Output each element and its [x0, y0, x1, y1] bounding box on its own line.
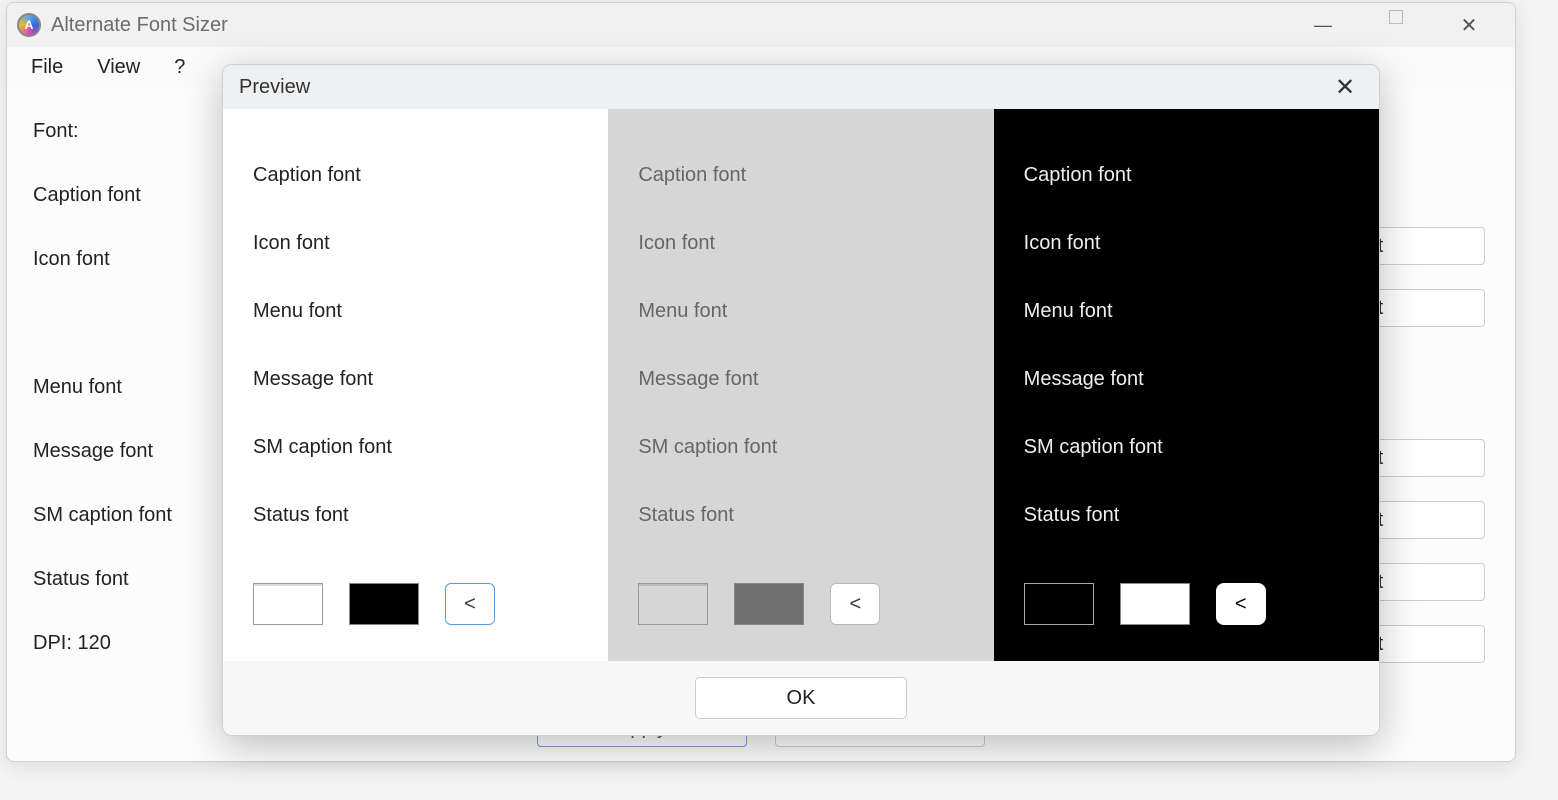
dark-bg-swatch[interactable]: [1024, 583, 1094, 625]
close-button[interactable]: [1449, 10, 1489, 40]
light-smcaption-font: SM caption font: [253, 413, 578, 481]
light-status-font: Status font: [253, 481, 578, 549]
window-controls: [1303, 10, 1505, 40]
dark-caption-font: Caption font: [1024, 141, 1349, 209]
dark-message-font: Message font: [1024, 345, 1349, 413]
gray-fg-swatch[interactable]: [734, 583, 804, 625]
dark-status-font: Status font: [1024, 481, 1349, 549]
gray-menu-font: Menu font: [638, 277, 963, 345]
light-caption-font: Caption font: [253, 141, 578, 209]
menu-view[interactable]: View: [93, 52, 144, 83]
preview-footer: OK: [223, 661, 1379, 735]
minimize-button[interactable]: [1303, 10, 1343, 40]
titlebar: Alternate Font Sizer: [7, 3, 1515, 47]
gray-swap-button[interactable]: <: [830, 583, 880, 625]
light-bg-swatch[interactable]: [253, 583, 323, 625]
light-menu-font: Menu font: [253, 277, 578, 345]
gray-status-font: Status font: [638, 481, 963, 549]
gray-icon-font: Icon font: [638, 209, 963, 277]
preview-panel-light: Caption font Icon font Menu font Message…: [223, 109, 608, 661]
menu-file[interactable]: File: [27, 52, 67, 83]
light-swap-button[interactable]: <: [445, 583, 495, 625]
gray-caption-font: Caption font: [638, 141, 963, 209]
dark-fg-swatch[interactable]: [1120, 583, 1190, 625]
gray-bg-swatch[interactable]: [638, 583, 708, 625]
dark-menu-font: Menu font: [1024, 277, 1349, 345]
dark-swatch-row: <: [1024, 583, 1349, 641]
light-fg-swatch[interactable]: [349, 583, 419, 625]
menu-help[interactable]: ?: [170, 52, 189, 83]
dark-smcaption-font: SM caption font: [1024, 413, 1349, 481]
preview-body: Caption font Icon font Menu font Message…: [223, 109, 1379, 661]
preview-titlebar: Preview: [223, 65, 1379, 109]
gray-swatch-row: <: [638, 583, 963, 641]
gray-smcaption-font: SM caption font: [638, 413, 963, 481]
app-icon: [17, 13, 41, 37]
dark-icon-font: Icon font: [1024, 209, 1349, 277]
preview-close-button[interactable]: [1327, 69, 1363, 105]
dark-swap-button[interactable]: <: [1216, 583, 1266, 625]
ok-button[interactable]: OK: [695, 677, 907, 719]
preview-panel-dark: Caption font Icon font Menu font Message…: [994, 109, 1379, 661]
light-icon-font: Icon font: [253, 209, 578, 277]
gray-message-font: Message font: [638, 345, 963, 413]
preview-dialog: Preview Caption font Icon font Menu font…: [222, 64, 1380, 736]
preview-title: Preview: [239, 76, 310, 99]
app-title: Alternate Font Sizer: [51, 14, 228, 37]
light-swatch-row: <: [253, 583, 578, 641]
preview-panel-gray: Caption font Icon font Menu font Message…: [608, 109, 993, 661]
maximize-button[interactable]: [1389, 10, 1403, 24]
light-message-font: Message font: [253, 345, 578, 413]
